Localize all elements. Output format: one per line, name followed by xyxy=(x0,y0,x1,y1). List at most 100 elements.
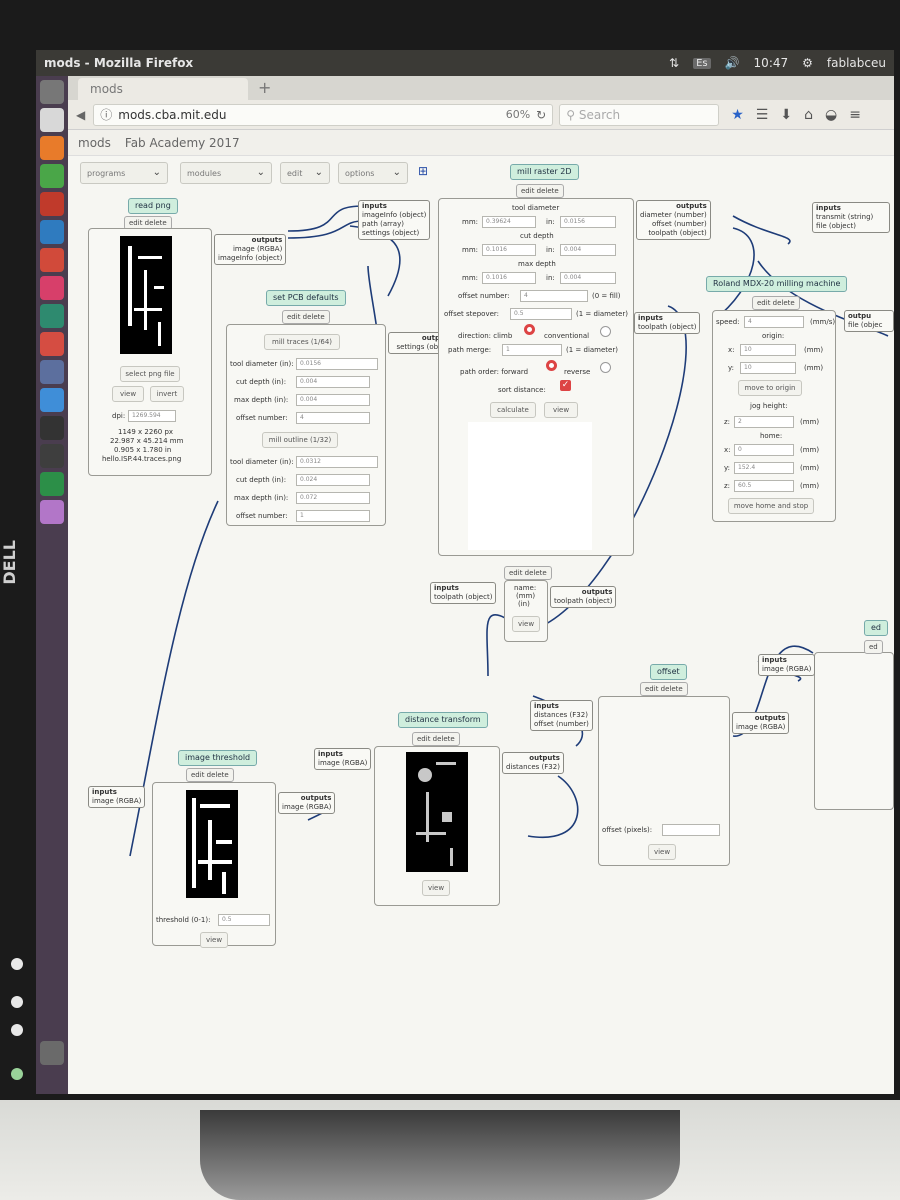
trash-icon[interactable] xyxy=(40,1041,64,1065)
traces-max-depth-input[interactable]: 0.004 xyxy=(296,394,370,406)
outline-cut-depth-input[interactable]: 0.024 xyxy=(296,474,370,486)
app-icon[interactable] xyxy=(40,360,64,384)
input-path[interactable]: path (array) xyxy=(362,220,426,229)
output-toolpath[interactable]: toolpath (object) xyxy=(640,229,706,238)
cut-depth-in-input[interactable]: 0.004 xyxy=(560,244,616,256)
traces-offset-number-input[interactable]: 4 xyxy=(296,412,370,424)
bookmark-star-icon[interactable]: ★ xyxy=(731,107,744,123)
offset-view-button[interactable]: view xyxy=(648,844,676,860)
new-tab-icon[interactable]: + xyxy=(258,78,271,97)
move-to-origin-button[interactable]: move to origin xyxy=(738,380,802,396)
edit-menu[interactable]: edit ⌄ xyxy=(280,162,330,184)
read-png-title[interactable]: read png xyxy=(128,198,178,214)
home-y-input[interactable]: 152.4 xyxy=(734,462,794,474)
input-file[interactable]: file (object) xyxy=(816,222,886,231)
outline-max-depth-input[interactable]: 0.072 xyxy=(296,492,370,504)
info-icon[interactable]: ⓘ xyxy=(100,106,112,123)
output-image[interactable]: image (RGBA) xyxy=(282,803,331,812)
mill-raster-view-button[interactable]: view xyxy=(544,402,578,418)
spreadsheet-icon[interactable] xyxy=(40,164,64,188)
app-icon[interactable] xyxy=(40,192,64,216)
image-threshold-view-button[interactable]: view xyxy=(200,932,228,948)
cut-depth-mm-input[interactable]: 0.1016 xyxy=(482,244,536,256)
app-icon[interactable] xyxy=(40,304,64,328)
grid-icon[interactable]: ⊞ xyxy=(418,164,428,178)
app-icon[interactable] xyxy=(40,388,64,412)
output-diameter[interactable]: diameter (number) xyxy=(640,211,707,220)
calculate-button[interactable]: calculate xyxy=(490,402,536,418)
download-icon[interactable]: ⬇ xyxy=(780,107,792,123)
reading-list-icon[interactable]: ☰ xyxy=(756,107,769,123)
firefox-icon[interactable] xyxy=(40,136,64,160)
options-menu[interactable]: options ⌄ xyxy=(338,162,408,184)
outline-tool-diameter-input[interactable]: 0.0312 xyxy=(296,456,378,468)
software-center-icon[interactable] xyxy=(40,248,64,272)
terminal-icon[interactable] xyxy=(40,416,64,440)
set-pcb-edit-delete[interactable]: edit delete xyxy=(282,310,330,324)
image-threshold-edit-delete[interactable]: edit delete xyxy=(186,768,234,782)
roland-edit-delete[interactable]: edit delete xyxy=(752,296,800,310)
app-icon[interactable] xyxy=(40,332,64,356)
mill-raster-2d-title[interactable]: mill raster 2D xyxy=(510,164,579,180)
volume-icon[interactable]: 🔊 xyxy=(725,56,740,70)
output-distances[interactable]: distances (F32) xyxy=(506,763,560,772)
output-image-rgba[interactable]: image (RGBA) xyxy=(218,245,282,254)
max-depth-mm-input[interactable]: 0.1016 xyxy=(482,272,536,284)
offset-title[interactable]: offset xyxy=(650,664,687,680)
offset-edit-delete[interactable]: edit delete xyxy=(640,682,688,696)
threshold-input[interactable]: 0.5 xyxy=(218,914,270,926)
path-merge-input[interactable]: 1 xyxy=(502,344,562,356)
home-icon[interactable]: ⌂ xyxy=(804,107,813,123)
chrome-icon[interactable] xyxy=(40,472,64,496)
app-icon[interactable] xyxy=(40,220,64,244)
pocket-icon[interactable]: ◒ xyxy=(825,107,837,123)
roland-mdx20-title[interactable]: Roland MDX-20 milling machine xyxy=(706,276,848,292)
edge-title-partial[interactable]: ed xyxy=(864,620,888,636)
network-icon[interactable]: ⇅ xyxy=(669,56,679,70)
mill-outline-button[interactable]: mill outline (1/32) xyxy=(262,432,338,448)
bookmark-fab-academy[interactable]: Fab Academy 2017 xyxy=(125,136,240,150)
output-settings[interactable]: settings (obj xyxy=(392,343,440,352)
tool-diameter-mm-input[interactable]: 0.39624 xyxy=(482,216,536,228)
clock[interactable]: 10:47 xyxy=(754,56,789,70)
input-offset[interactable]: offset (number) xyxy=(534,720,589,729)
set-pcb-defaults-title[interactable]: set PCB defaults xyxy=(266,290,346,306)
input-settings[interactable]: settings (object) xyxy=(362,229,426,238)
view-toolpath-edit-delete[interactable]: edit delete xyxy=(504,566,552,580)
input-distances[interactable]: distances (F32) xyxy=(534,711,589,720)
distance-transform-title[interactable]: distance transform xyxy=(398,712,488,728)
app-icon[interactable] xyxy=(40,276,64,300)
sort-distance-checkbox[interactable]: ✓ xyxy=(560,380,571,391)
dpi-input[interactable]: 1269.594 xyxy=(128,410,176,422)
home-x-input[interactable]: 0 xyxy=(734,444,794,456)
browser-tab[interactable]: mods xyxy=(78,78,248,100)
back-icon[interactable]: ◀ xyxy=(76,108,85,122)
input-image[interactable]: image (RGBA) xyxy=(318,759,367,768)
direction-climb-radio[interactable] xyxy=(524,324,535,335)
select-png-file-button[interactable]: select png file xyxy=(120,366,180,382)
url-bar[interactable]: ⓘ mods.cba.mit.edu 60% ↻ xyxy=(93,103,554,126)
max-depth-in-input[interactable]: 0.004 xyxy=(560,272,616,284)
mill-traces-button[interactable]: mill traces (1/64) xyxy=(264,334,340,350)
outline-offset-number-input[interactable]: 1 xyxy=(296,510,370,522)
traces-tool-diameter-input[interactable]: 0.0156 xyxy=(296,358,378,370)
traces-cut-depth-input[interactable]: 0.004 xyxy=(296,376,370,388)
distance-transform-edit-delete[interactable]: edit delete xyxy=(412,732,460,746)
mill-raster-edit-delete[interactable]: edit delete xyxy=(516,184,564,198)
input-image-info[interactable]: imageInfo (object) xyxy=(362,211,426,220)
output-image[interactable]: image (RGBA) xyxy=(736,723,785,732)
input-image[interactable]: image (RGBA) xyxy=(92,797,141,806)
view-toolpath-view-button[interactable]: view xyxy=(512,616,540,632)
path-order-reverse-radio[interactable] xyxy=(600,362,611,373)
offset-pixels-input[interactable] xyxy=(662,824,720,836)
origin-y-input[interactable]: 10 xyxy=(740,362,796,374)
output-image-info[interactable]: imageInfo (object) xyxy=(218,254,282,263)
read-png-view-button[interactable]: view xyxy=(112,386,144,402)
offset-number-input[interactable]: 4 xyxy=(520,290,588,302)
modules-menu[interactable]: modules ⌄ xyxy=(180,162,272,184)
output-toolpath[interactable]: toolpath (object) xyxy=(554,597,612,606)
input-toolpath[interactable]: toolpath (object) xyxy=(638,323,696,332)
output-file[interactable]: file (objec xyxy=(848,321,890,330)
tool-diameter-in-input[interactable]: 0.0156 xyxy=(560,216,616,228)
programs-menu[interactable]: programs ⌄ xyxy=(80,162,168,184)
